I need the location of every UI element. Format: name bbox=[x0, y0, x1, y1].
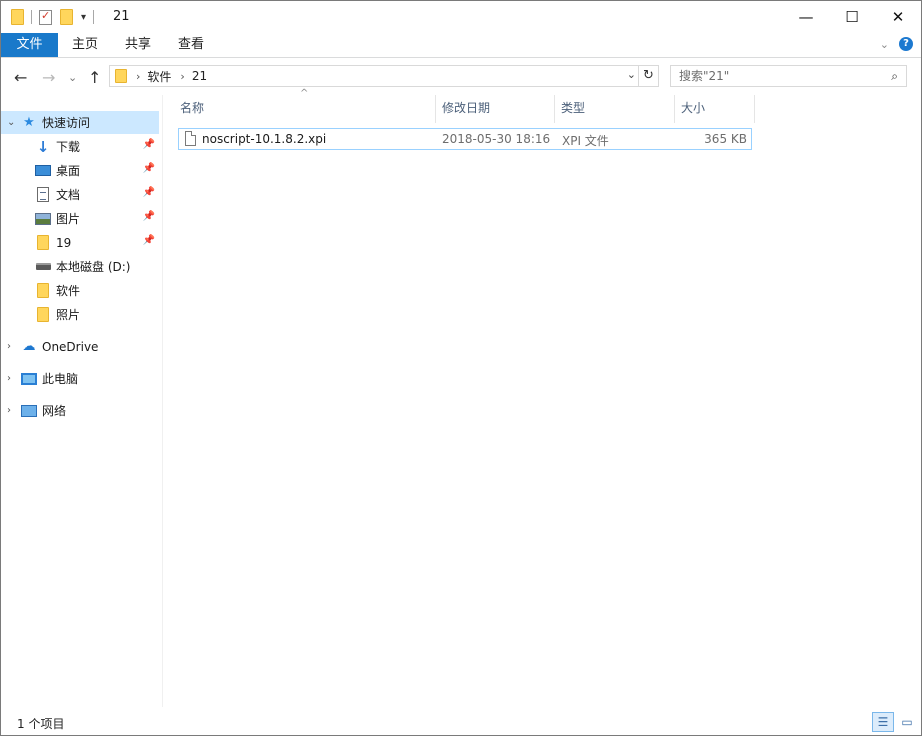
minimize-button[interactable]: — bbox=[783, 1, 829, 33]
toolbar-separator bbox=[31, 10, 32, 24]
tab-home[interactable]: 主页 bbox=[61, 33, 109, 57]
nav-label: 本地磁盘 (D:) bbox=[56, 260, 131, 274]
column-header-type[interactable]: 类型 bbox=[555, 95, 675, 123]
folder-icon[interactable] bbox=[11, 9, 24, 25]
folder-icon bbox=[115, 69, 127, 83]
nav-onedrive[interactable]: › ☁ OneDrive bbox=[1, 335, 159, 358]
tab-view[interactable]: 查看 bbox=[167, 33, 215, 57]
help-icon[interactable]: ? bbox=[899, 37, 913, 51]
nav-label: 网络 bbox=[42, 404, 67, 418]
up-button[interactable]: ↑ bbox=[88, 68, 101, 87]
nav-item-photos[interactable]: 照片 bbox=[1, 303, 159, 326]
quick-access-toolbar: ▾ bbox=[11, 8, 101, 26]
item-count: 1 个项目 bbox=[17, 717, 65, 731]
explorer-window: ▾ 21 — ☐ ✕ 文件 主页 共享 查看 ⌄ ? ← → ⌄ ↑ › 软件 … bbox=[0, 0, 922, 736]
tab-file[interactable]: 文件 bbox=[1, 33, 58, 57]
folder-icon bbox=[35, 307, 51, 323]
nav-label: 文档 bbox=[56, 188, 81, 202]
collapsed-chevron-icon[interactable]: › bbox=[7, 405, 21, 416]
file-modified: 2018-05-30 18:16 bbox=[442, 132, 551, 146]
onedrive-icon: ☁ bbox=[22, 339, 36, 354]
breadcrumb-separator[interactable]: › bbox=[180, 70, 184, 83]
star-icon: ★ bbox=[23, 115, 35, 130]
ribbon-controls: ⌄ ? bbox=[880, 37, 913, 51]
recent-locations-button[interactable]: ⌄ bbox=[68, 71, 77, 84]
nav-label: 软件 bbox=[56, 284, 81, 298]
folder-icon bbox=[35, 283, 51, 299]
nav-label: 快速访问 bbox=[42, 116, 91, 130]
navigation-pane: ⌄ ★ 快速访问 ↓ 下载 📌 桌面 📌 文档 📌 图片 📌 19 📌 本地磁盘… bbox=[1, 95, 161, 707]
new-folder-icon[interactable] bbox=[60, 9, 73, 25]
file-type: XPI 文件 bbox=[562, 134, 609, 148]
address-row: ← → ⌄ ↑ › 软件 › 21 ⌄ ↻ ⌕ bbox=[1, 61, 921, 93]
pin-icon[interactable]: 📌 bbox=[143, 235, 155, 246]
nav-label: 图片 bbox=[56, 212, 81, 226]
pin-icon[interactable]: 📌 bbox=[143, 139, 155, 150]
documents-icon bbox=[35, 187, 51, 203]
nav-item-downloads[interactable]: ↓ 下载 📌 bbox=[1, 135, 159, 158]
title-bar: ▾ 21 — ☐ ✕ bbox=[1, 1, 921, 33]
this-pc-icon bbox=[21, 371, 37, 387]
nav-item-folder-19[interactable]: 19 📌 bbox=[1, 231, 159, 254]
nav-label: OneDrive bbox=[42, 339, 99, 354]
nav-item-pictures[interactable]: 图片 📌 bbox=[1, 207, 159, 230]
collapsed-chevron-icon[interactable]: › bbox=[7, 373, 21, 384]
pin-icon[interactable]: 📌 bbox=[143, 187, 155, 198]
network-icon bbox=[21, 403, 37, 419]
pin-icon[interactable]: 📌 bbox=[143, 163, 155, 174]
details-view-icon[interactable]: ☰ bbox=[872, 712, 894, 732]
toolbar-separator bbox=[93, 10, 95, 24]
search-input[interactable] bbox=[679, 66, 879, 86]
file-icon bbox=[185, 131, 196, 146]
breadcrumb-item[interactable]: 21 bbox=[192, 69, 207, 83]
tab-share[interactable]: 共享 bbox=[114, 33, 162, 57]
column-header-modified[interactable]: 修改日期 bbox=[436, 95, 555, 123]
properties-icon[interactable] bbox=[39, 9, 52, 25]
drive-icon bbox=[35, 259, 51, 275]
column-header-size[interactable]: 大小 bbox=[675, 95, 755, 123]
nav-network[interactable]: › 网络 bbox=[1, 399, 159, 422]
file-name: noscript-10.1.8.2.xpi bbox=[202, 132, 327, 146]
download-icon: ↓ bbox=[36, 137, 50, 156]
nav-item-documents[interactable]: 文档 📌 bbox=[1, 183, 159, 206]
search-icon[interactable]: ⌕ bbox=[891, 69, 898, 84]
nav-quick-access[interactable]: ⌄ ★ 快速访问 bbox=[1, 111, 159, 134]
folder-icon bbox=[35, 235, 51, 251]
nav-this-pc[interactable]: › 此电脑 bbox=[1, 367, 159, 390]
window-title: 21 bbox=[113, 9, 130, 24]
desktop-icon bbox=[35, 163, 51, 179]
nav-item-software[interactable]: 软件 bbox=[1, 279, 159, 302]
nav-label: 19 bbox=[56, 235, 72, 250]
breadcrumb-item[interactable]: 软件 bbox=[147, 68, 171, 85]
refresh-icon[interactable]: ↻ bbox=[638, 66, 658, 86]
address-bar[interactable]: › 软件 › 21 ⌄ ↻ bbox=[109, 65, 659, 87]
pin-icon[interactable]: 📌 bbox=[143, 211, 155, 222]
expand-ribbon-icon[interactable]: ⌄ bbox=[880, 38, 889, 51]
collapsed-chevron-icon[interactable]: › bbox=[7, 341, 21, 352]
expanded-chevron-icon[interactable]: ⌄ bbox=[7, 117, 21, 128]
forward-button[interactable]: → bbox=[42, 68, 55, 87]
column-header-name[interactable]: 名称 bbox=[174, 95, 436, 123]
breadcrumb-separator[interactable]: › bbox=[136, 70, 140, 83]
status-bar: 1 个项目 ☰ ▭ bbox=[1, 709, 921, 735]
nav-label: 下载 bbox=[56, 140, 81, 154]
close-button[interactable]: ✕ bbox=[875, 1, 921, 33]
nav-label: 照片 bbox=[56, 308, 81, 322]
file-list: ^ 名称 修改日期 类型 大小 noscript-10.1.8.2.xpi 20… bbox=[162, 88, 921, 707]
customize-dropdown-icon[interactable]: ▾ bbox=[81, 12, 86, 23]
nav-label: 桌面 bbox=[56, 164, 81, 178]
nav-item-drive-d[interactable]: 本地磁盘 (D:) bbox=[1, 255, 159, 278]
back-button[interactable]: ← bbox=[14, 68, 27, 87]
ribbon-tabs: 文件 主页 共享 查看 ⌄ ? bbox=[1, 33, 921, 58]
search-box[interactable]: ⌕ bbox=[670, 65, 907, 87]
file-size: 365 KB bbox=[704, 132, 747, 146]
large-icons-view-icon[interactable]: ▭ bbox=[896, 712, 918, 732]
caption-buttons: — ☐ ✕ bbox=[783, 1, 921, 33]
nav-item-desktop[interactable]: 桌面 📌 bbox=[1, 159, 159, 182]
address-dropdown-icon[interactable]: ⌄ bbox=[627, 68, 636, 81]
nav-label: 此电脑 bbox=[42, 372, 79, 386]
maximize-button[interactable]: ☐ bbox=[829, 1, 875, 33]
file-row[interactable]: noscript-10.1.8.2.xpi 2018-05-30 18:16 X… bbox=[178, 128, 752, 150]
pictures-icon bbox=[35, 211, 51, 227]
